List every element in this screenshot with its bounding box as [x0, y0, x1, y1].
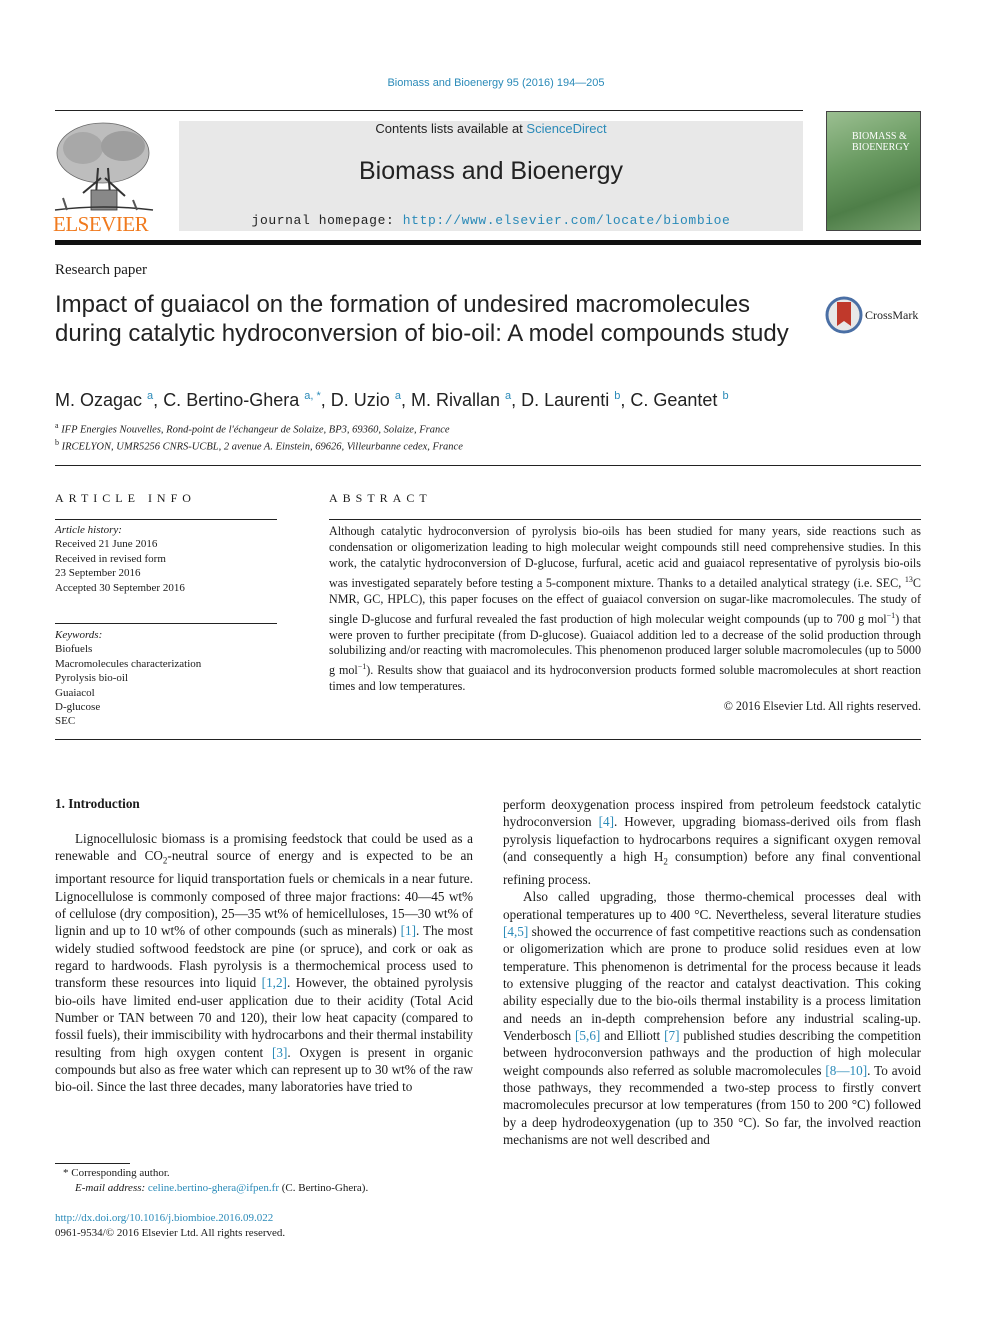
citation-link[interactable]: [5,6] [575, 1028, 600, 1043]
abstract-copyright: © 2016 Elsevier Ltd. All rights reserved… [723, 699, 921, 713]
crossmark-icon [825, 296, 863, 334]
homepage-label: journal homepage: [251, 213, 403, 228]
history-label: Article history: [55, 524, 122, 536]
citation-link[interactable]: [1,2] [262, 975, 287, 990]
divider [55, 739, 921, 740]
crossmark-button[interactable]: CrossMark [825, 296, 925, 336]
doi-link[interactable]: http://dx.doi.org/10.1016/j.biombioe.201… [55, 1212, 273, 1224]
corresponding-author-note: * Corresponding author. [63, 1167, 170, 1179]
body-column-left: Lignocellulosic biomass is a promising f… [55, 830, 473, 1096]
author[interactable]: D. Uzio a [331, 390, 401, 410]
paragraph: Lignocellulosic biomass is a promising f… [55, 831, 474, 1095]
divider [55, 465, 921, 466]
email-link[interactable]: celine.bertino-ghera@ifpen.fr [148, 1182, 279, 1194]
keywords: Keywords: Biofuels Macromolecules charac… [55, 628, 201, 729]
section-heading-introduction: 1. Introduction [55, 796, 140, 811]
abstract-text: Although catalytic hydroconversion of py… [329, 524, 921, 694]
author-list: M. Ozagac a, C. Bertino-Ghera a, *, D. U… [55, 390, 729, 410]
elsevier-wordmark: ELSEVIER [53, 212, 149, 236]
history-item: Accepted 30 September 2016 [55, 581, 185, 594]
citation-link[interactable]: [1] [401, 923, 416, 938]
cover-title-line: BIOENERGY [852, 142, 910, 153]
affiliation: b IRCELYON, UMR5256 CNRS-UCBL, 2 avenue … [55, 438, 463, 453]
journal-citation-link[interactable]: Biomass and Bioenergy 95 (2016) 194—205 [0, 77, 992, 89]
keyword: Biofuels [55, 643, 93, 656]
cover-title: BIOMASS & BIOENERGY [852, 131, 920, 153]
crossmark-label: CrossMark [865, 308, 919, 322]
history-item: Received 21 June 2016 [55, 538, 158, 551]
paragraph: Also called upgrading, those thermo-chem… [503, 889, 921, 1148]
header-thick-rule [55, 240, 921, 245]
journal-homepage-link[interactable]: http://www.elsevier.com/locate/biombioe [403, 213, 731, 228]
paragraph: perform deoxygenation process inspired f… [503, 797, 921, 888]
citation-link[interactable]: [3] [272, 1045, 287, 1060]
history-item: 23 September 2016 [55, 567, 141, 580]
journal-cover-thumbnail[interactable] [826, 111, 921, 231]
keywords-label: Keywords: [55, 629, 103, 641]
citation-link[interactable]: [8—10] [825, 1063, 867, 1078]
email-line: E-mail address: celine.bertino-ghera@ifp… [75, 1182, 369, 1194]
journal-title: Biomass and Bioenergy [358, 157, 624, 185]
contents-line: Contents lists available at ScienceDirec… [179, 121, 803, 136]
abstract-heading: ABSTRACT [329, 491, 432, 505]
contents-prefix: Contents lists available at [375, 121, 527, 136]
citation-link[interactable]: [4] [599, 814, 614, 829]
divider [55, 623, 277, 624]
body-column-right: perform deoxygenation process inspired f… [503, 796, 921, 1149]
author[interactable]: M. Ozagac a [55, 390, 153, 410]
journal-homepage-line: journal homepage: http://www.elsevier.co… [179, 213, 803, 228]
top-rule [55, 110, 803, 111]
issn-line: 0961-9534/© 2016 Elsevier Ltd. All right… [55, 1227, 286, 1239]
author[interactable]: C. Bertino-Ghera a, * [163, 390, 321, 410]
article-info-heading: ARTICLE INFO [55, 491, 196, 505]
keyword: Macromolecules characterization [55, 657, 202, 670]
article-history: Article history: Received 21 June 2016 R… [55, 523, 185, 595]
keyword: Pyrolysis bio-oil [55, 672, 129, 685]
divider [329, 519, 921, 520]
cover-title-line: BIOMASS & [852, 131, 907, 142]
doi-block: http://dx.doi.org/10.1016/j.biombioe.201… [55, 1211, 285, 1241]
keyword: Guaiacol [55, 686, 95, 699]
keyword: D-glucose [55, 701, 101, 714]
sciencedirect-link[interactable]: ScienceDirect [526, 121, 606, 136]
affiliation: a IFP Energies Nouvelles, Rond-point de … [55, 421, 450, 436]
history-item: Received in revised form [55, 552, 166, 565]
author[interactable]: M. Rivallan a [411, 390, 511, 410]
divider [55, 519, 277, 520]
footnote: * Corresponding author. E-mail address: … [55, 1166, 368, 1196]
keyword: SEC [55, 715, 76, 728]
author[interactable]: D. Laurenti b [521, 390, 620, 410]
footnote-rule [55, 1163, 130, 1164]
citation-link[interactable]: [7] [664, 1028, 679, 1043]
article-title: Impact of guaiacol on the formation of u… [55, 291, 789, 347]
author[interactable]: C. Geantet b [630, 390, 728, 410]
citation-link[interactable]: [4,5] [503, 924, 528, 939]
article-type: Research paper [55, 262, 148, 278]
